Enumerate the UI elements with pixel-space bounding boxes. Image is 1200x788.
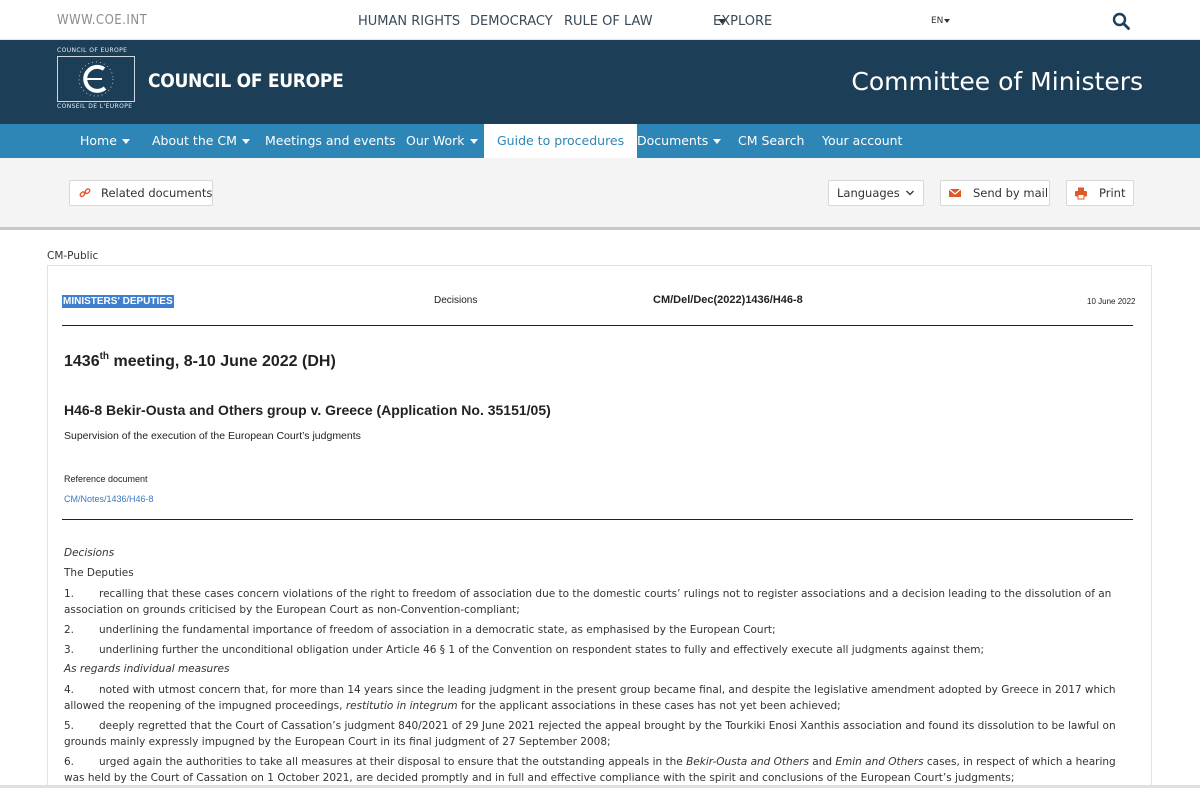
decisions-heading: Decisions bbox=[64, 547, 115, 559]
reference-document-label: Reference document bbox=[64, 474, 148, 484]
case-subtitle: Supervision of the execution of the Euro… bbox=[64, 430, 361, 442]
paragraph-text: urged again the authorities to take all … bbox=[99, 756, 687, 768]
paragraph-number: 5. bbox=[64, 720, 75, 732]
deputies-header: MINISTERS' DEPUTIES bbox=[62, 295, 174, 308]
meeting-ordinal: th bbox=[99, 351, 110, 362]
paragraph-text: recalling that these cases concern viola… bbox=[64, 588, 1112, 616]
paragraph-text-italic: restitutio in integrum bbox=[345, 700, 458, 712]
paragraph-number: 4. bbox=[64, 684, 75, 696]
meeting-number: 1436 bbox=[64, 353, 100, 370]
paragraph-text-italic: Bekir-Ousta and Others bbox=[686, 756, 809, 768]
paragraph-1: 1. recalling that these cases concern vio… bbox=[64, 586, 1139, 618]
paragraph-text: deeply regretted that the Court of Cassa… bbox=[64, 720, 1116, 748]
paragraph-2: 2. underlining the fundamental importance… bbox=[64, 622, 1139, 638]
paragraph-number: 6. bbox=[64, 756, 75, 768]
meeting-title: 1436th meeting, 8-10 June 2022 (DH) bbox=[64, 351, 336, 371]
reference-document-link[interactable]: CM/Notes/1436/H46-8 bbox=[64, 494, 154, 504]
document-reference: CM/Del/Dec(2022)1436/H46-8 bbox=[653, 294, 803, 306]
document-date: 10 June 2022 bbox=[1087, 297, 1136, 306]
paragraph-text: for the applicant associations in these … bbox=[457, 700, 841, 712]
paragraph-text: and bbox=[808, 756, 836, 768]
paragraph-4: 4. noted with utmost concern that, for mo… bbox=[64, 682, 1139, 714]
header-divider bbox=[62, 325, 1133, 326]
paragraph-number: 2. bbox=[64, 624, 75, 636]
individual-measures-heading: As regards individual measures bbox=[64, 663, 230, 675]
section-divider bbox=[62, 519, 1133, 520]
meeting-dates: meeting, 8-10 June 2022 (DH) bbox=[109, 353, 336, 370]
paragraph-text-italic: Emin and Others bbox=[835, 756, 924, 768]
deputies-intro: The Deputies bbox=[64, 567, 134, 579]
paragraph-text: underlining further the unconditional ob… bbox=[99, 644, 984, 656]
paragraph-6: 6. urged again the authorities to take al… bbox=[64, 754, 1139, 786]
document-content: MINISTERS' DEPUTIES Decisions CM/Del/Dec… bbox=[0, 0, 1200, 788]
paragraph-text: underlining the fundamental importance o… bbox=[99, 624, 776, 636]
paragraph-number: 3. bbox=[64, 644, 75, 656]
paragraph-3: 3. underlining further the unconditional … bbox=[64, 642, 1139, 658]
paragraph-number: 1. bbox=[64, 588, 75, 600]
paragraph-5: 5. deeply regretted that the Court of Cas… bbox=[64, 718, 1139, 750]
case-title: H46-8 Bekir-Ousta and Others group v. Gr… bbox=[64, 402, 551, 418]
decisions-header: Decisions bbox=[434, 295, 478, 306]
